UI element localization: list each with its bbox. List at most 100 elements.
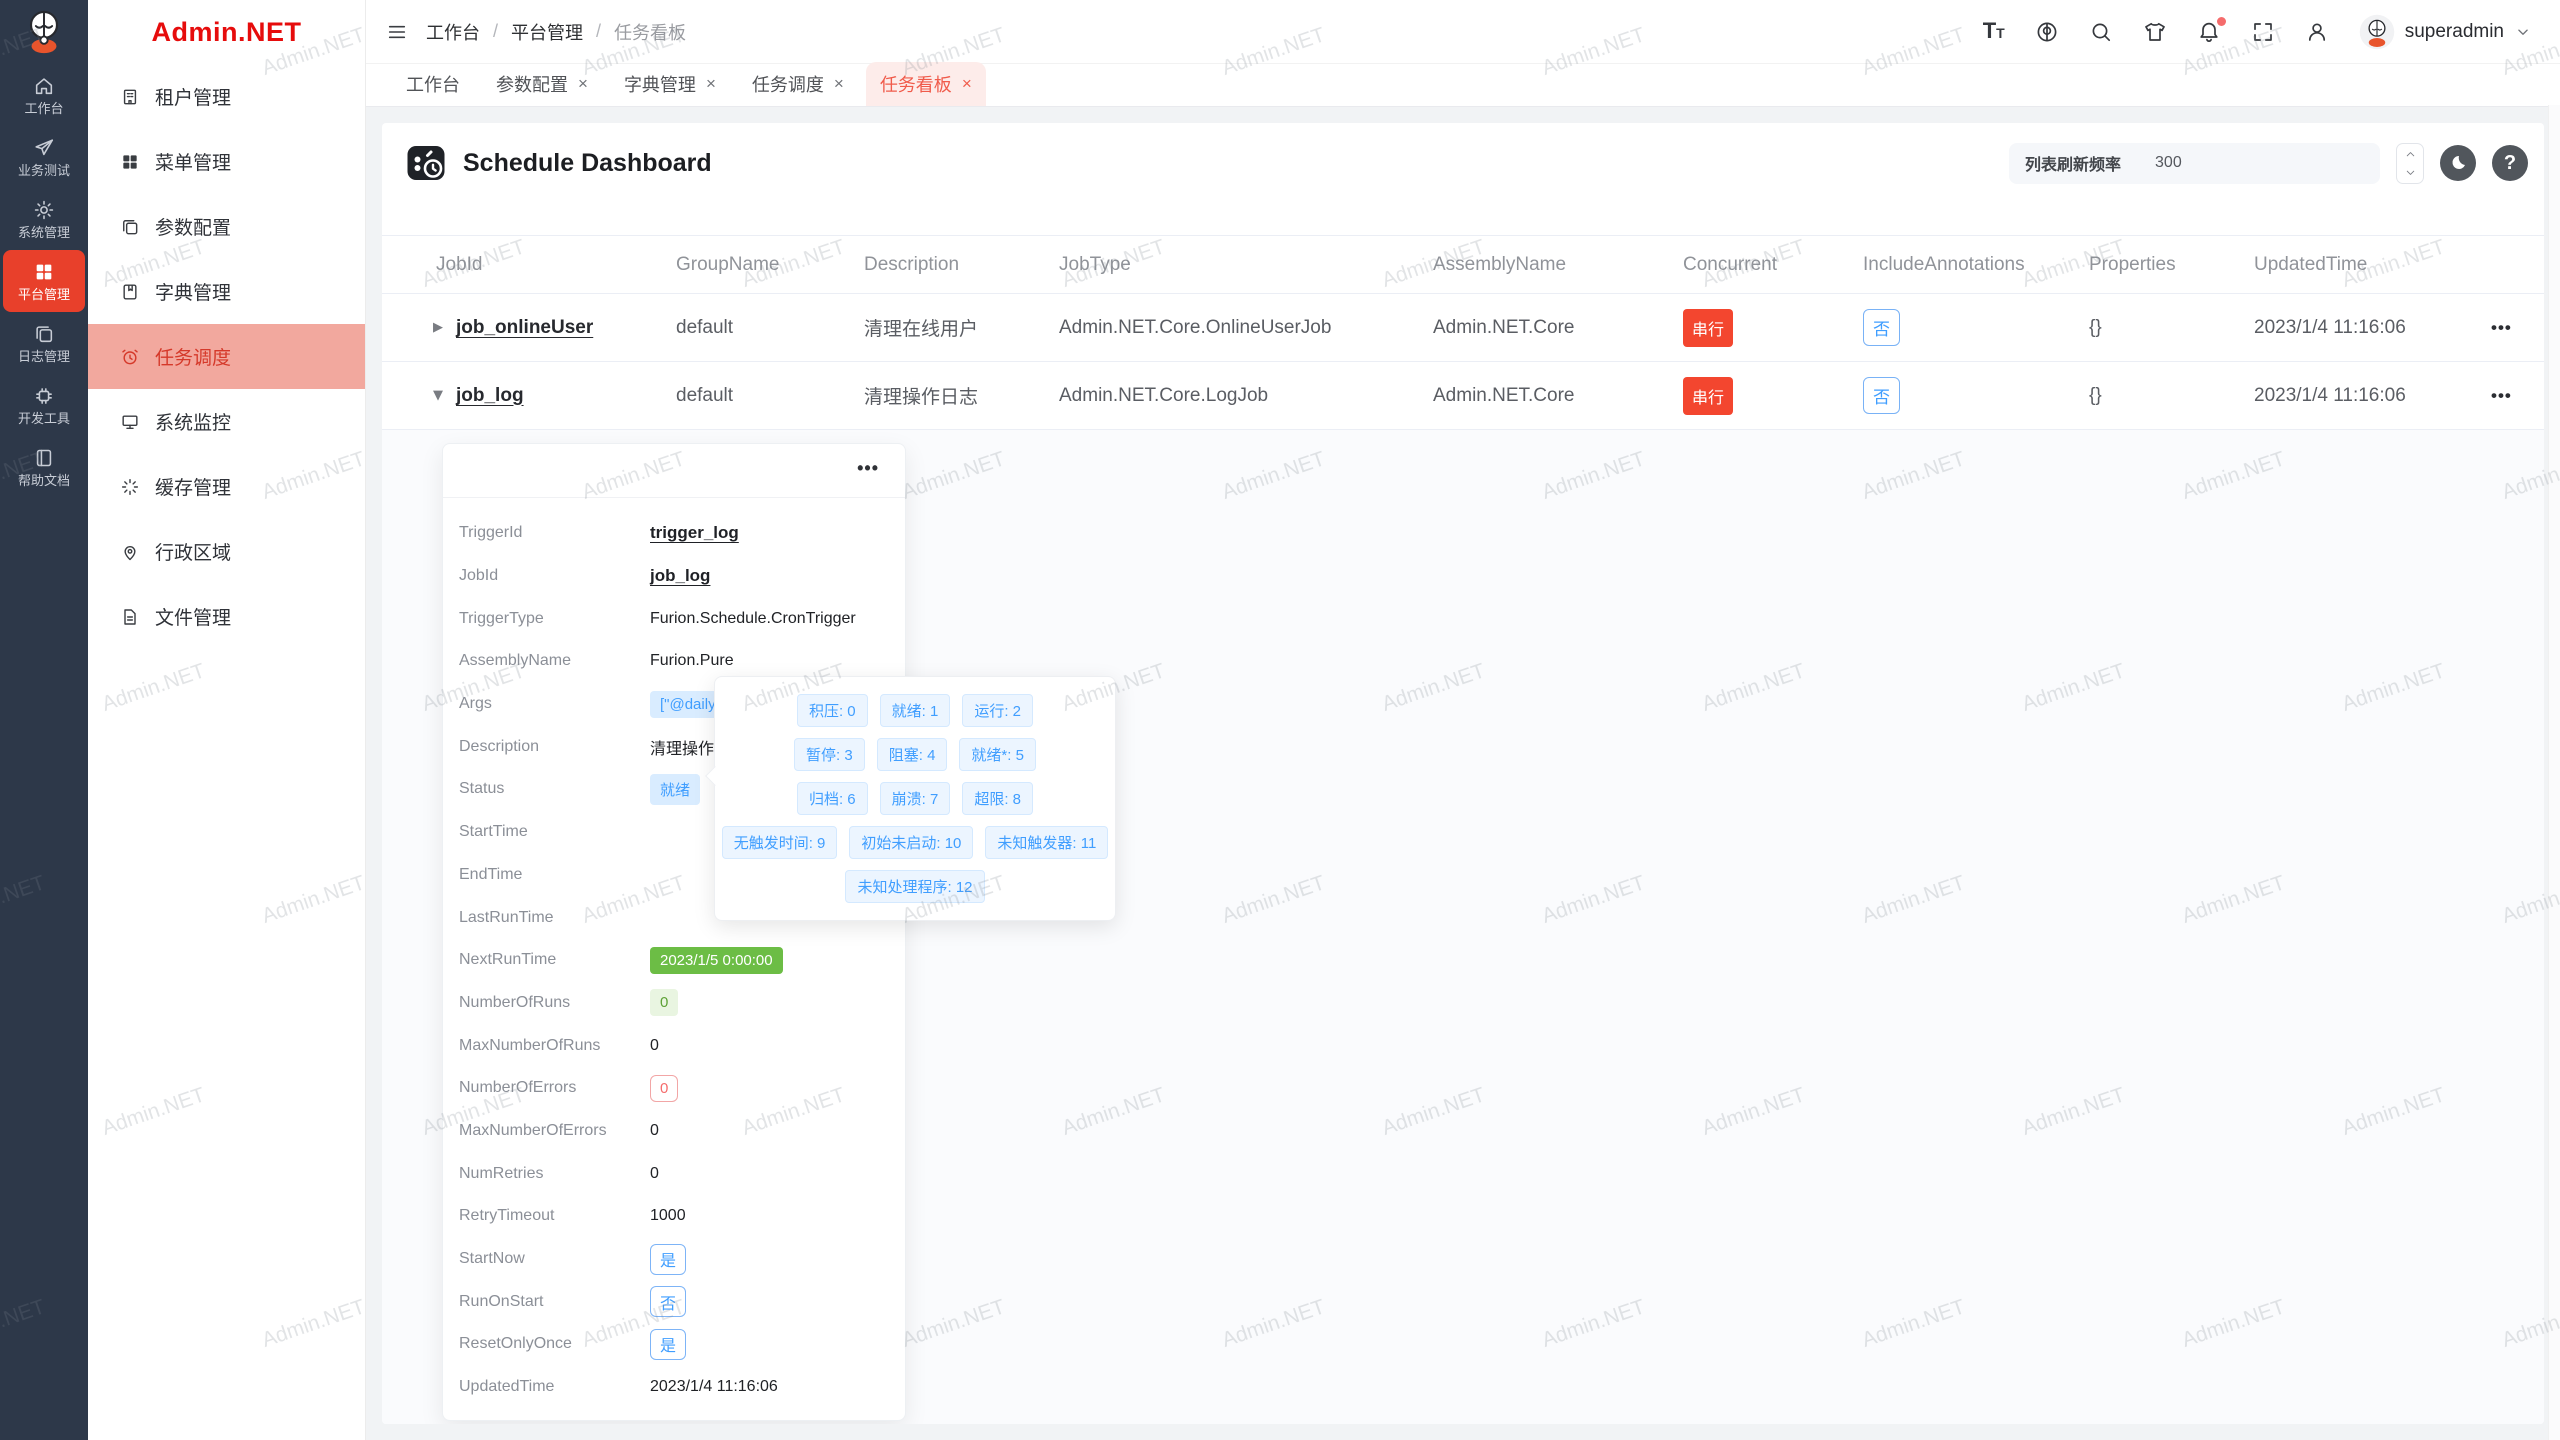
rail-item-book[interactable]: 帮助文档 [3, 436, 85, 498]
breadcrumb-item[interactable]: 工作台 [426, 19, 480, 45]
status-badge: 阻塞: 4 [877, 738, 948, 771]
dict-icon [120, 282, 140, 302]
page-title: Schedule Dashboard [463, 149, 712, 178]
theme-shirt-icon[interactable] [2143, 20, 2167, 44]
sidebar-item-file[interactable]: 文件管理 [88, 584, 365, 649]
tab-4[interactable]: 任务调度× [738, 62, 858, 106]
sidebar-item-label: 租户管理 [155, 83, 231, 110]
chevron-down-icon[interactable] [2514, 23, 2532, 41]
row-more-actions-button[interactable]: ••• [2461, 386, 2544, 406]
fullscreen-icon[interactable] [2251, 20, 2275, 44]
rail-item-send[interactable]: 业务测试 [3, 126, 85, 188]
detail-link[interactable]: job_log [650, 566, 710, 586]
brand-mascot-logo[interactable] [18, 0, 70, 64]
detail-field-value: 0 [650, 1075, 678, 1102]
detail-field-value: 1000 [650, 1207, 686, 1225]
refresh-rate-stepper [2396, 143, 2424, 184]
refresh-rate-label: 列表刷新频率 [2025, 151, 2121, 175]
breadcrumb-separator: / [493, 21, 498, 42]
rail-item-gear[interactable]: 系统管理 [3, 188, 85, 250]
status-legend-popover: 积压: 0就绪: 1运行: 2暂停: 3阻塞: 4就绪*: 5归档: 6崩溃: … [714, 676, 1116, 921]
status-badge-row: 未知处理程序: 12 [727, 870, 1103, 903]
row-more-actions-button[interactable]: ••• [2461, 318, 2544, 338]
sidebar-item-pin[interactable]: 行政区域 [88, 519, 365, 584]
rail-item-grid[interactable]: 平台管理 [3, 250, 85, 312]
sidebar-item-monitor[interactable]: 系统监控 [88, 389, 365, 454]
rail-item-label: 系统管理 [18, 226, 70, 239]
collapse-menu-icon[interactable] [386, 21, 408, 43]
close-icon[interactable]: × [578, 77, 588, 91]
detail-field-startnow: StartNow是 [459, 1238, 889, 1281]
sidebar-item-label: 参数配置 [155, 213, 231, 240]
search-icon[interactable] [2089, 20, 2113, 44]
job-id-link[interactable]: job_onlineUser [456, 317, 593, 339]
detail-link[interactable]: trigger_log [650, 523, 739, 543]
tab-bar: 工作台参数配置×字典管理×任务调度×任务看板× [366, 64, 2560, 107]
rail-item-chip[interactable]: 开发工具 [3, 374, 85, 436]
scrollbar-track[interactable] [2548, 105, 2560, 1440]
rail-item-docs[interactable]: 日志管理 [3, 312, 85, 374]
sidebar-item-alarm[interactable]: 任务调度 [88, 324, 365, 389]
avatar[interactable] [2359, 14, 2395, 50]
app-root: 工作台业务测试系统管理平台管理日志管理开发工具帮助文档 Admin.NET 租户… [0, 0, 2560, 1440]
detail-field-value: 2023/1/4 11:16:06 [650, 1378, 778, 1396]
sidebar-item-dict[interactable]: 字典管理 [88, 259, 365, 324]
notification-bell-icon[interactable] [2197, 20, 2221, 44]
pin-icon [120, 542, 140, 562]
tab-2[interactable]: 参数配置× [482, 62, 602, 106]
topbar-actions: TT superadmin [1983, 14, 2532, 50]
status-badge: 归档: 6 [797, 782, 868, 815]
sidebar-item-cache[interactable]: 缓存管理 [88, 454, 365, 519]
expand-row-icon[interactable]: ▶ [433, 320, 447, 335]
job-id-link[interactable]: job_log [456, 385, 524, 407]
card-header: Schedule Dashboard 列表刷新频率 300 [382, 123, 2544, 203]
breadcrumb-item[interactable]: 平台管理 [511, 19, 583, 45]
column-header: GroupName [676, 254, 864, 276]
job-id-cell: ▶ job_onlineUser [382, 317, 676, 339]
user-icon[interactable] [2305, 20, 2329, 44]
table-header: JobIdGroupNameDescriptionJobTypeAssembly… [382, 235, 2544, 294]
rail-item-label: 日志管理 [18, 350, 70, 363]
close-icon[interactable]: × [962, 77, 972, 91]
help-button[interactable]: ? [2492, 145, 2528, 181]
tab-3[interactable]: 字典管理 × [610, 62, 730, 106]
collapse-row-icon[interactable]: ▼ [433, 388, 447, 403]
tab-label: 字典管理 [624, 71, 696, 97]
refresh-rate-input[interactable]: 列表刷新频率 300 [2009, 143, 2380, 184]
status-badge: 初始未启动: 10 [849, 826, 973, 859]
description-cell: 清理在线用户 [864, 314, 1059, 341]
username[interactable]: superadmin [2405, 21, 2504, 43]
blue-outline-tag: 是 [650, 1244, 686, 1275]
rail-item-home[interactable]: 工作台 [3, 64, 85, 126]
breadcrumb-item: 任务看板 [614, 19, 686, 45]
brand-logo-text[interactable]: Admin.NET [88, 0, 365, 64]
job-detail-panel: ••• TriggerIdtrigger_logJobIdjob_logTrig… [442, 443, 906, 1421]
sidebar-item-docs[interactable]: 参数配置 [88, 194, 365, 259]
stepper-up-icon[interactable] [2404, 148, 2417, 161]
close-icon[interactable]: × [706, 77, 716, 91]
close-icon[interactable]: × [834, 77, 844, 91]
detail-field-value: job_log [650, 566, 710, 586]
status-badge-row: 暂停: 3阻塞: 4就绪*: 5 [727, 738, 1103, 771]
include-annotations-badge: 否 [1863, 309, 1900, 346]
breadcrumb-separator: / [596, 21, 601, 42]
sidebar-item-tenant[interactable]: 租户管理 [88, 64, 365, 129]
refresh-rate-value[interactable]: 300 [2155, 154, 2182, 172]
blue-outline-tag: 是 [650, 1329, 686, 1360]
schedule-dashboard-icon [406, 143, 446, 183]
dark-mode-button[interactable] [2440, 145, 2476, 181]
detail-field-value: 就绪 [650, 774, 700, 805]
stepper-down-icon[interactable] [2404, 166, 2417, 179]
grid-icon [120, 152, 140, 172]
tab-1[interactable]: 工作台 [392, 62, 474, 106]
tab-5[interactable]: 任务看板× [866, 62, 986, 106]
detail-field-label: AssemblyName [459, 652, 650, 670]
detail-field-value: 0 [650, 989, 678, 1016]
language-icon[interactable] [2035, 20, 2059, 44]
sidebar-item-label: 任务调度 [155, 343, 231, 370]
sidebar-item-grid[interactable]: 菜单管理 [88, 129, 365, 194]
panel-more-actions-button[interactable]: ••• [857, 458, 879, 479]
user-menu[interactable]: superadmin [2359, 14, 2532, 50]
font-size-icon[interactable]: TT [1983, 19, 2005, 45]
detail-field-maxnumberoferrors: MaxNumberOfErrors0 [459, 1110, 889, 1153]
